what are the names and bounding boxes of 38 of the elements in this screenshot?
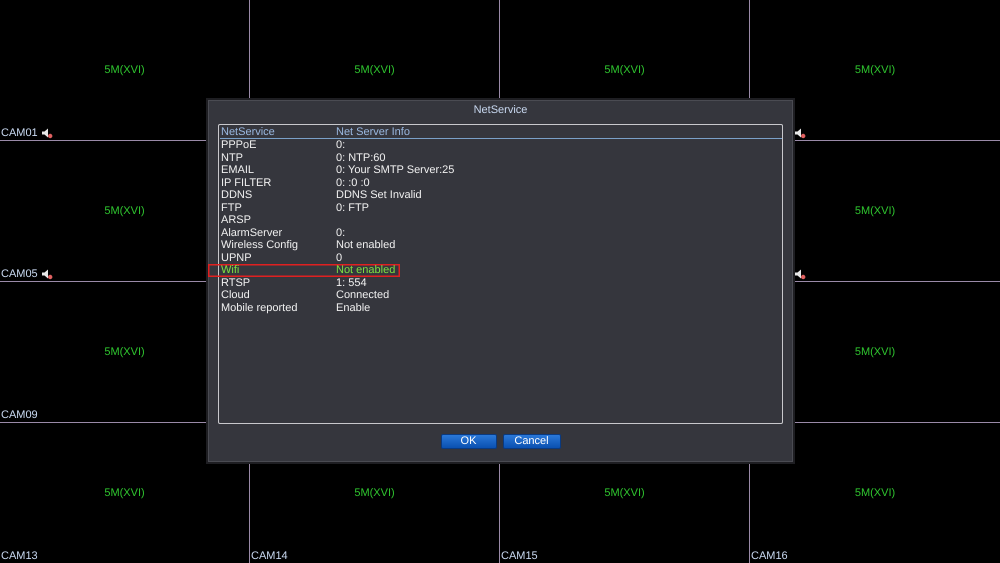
resolution-label: 5M(XVI): [354, 487, 395, 499]
resolution-label: 5M(XVI): [854, 346, 896, 358]
resolution-label: 5M(XVI): [604, 487, 645, 499]
resolution-label: 5M(XVI): [104, 64, 145, 76]
camera-name: CAM09: [1, 409, 38, 421]
service-row[interactable]: UPNP 0: [220, 252, 782, 264]
column-header: NetService: [220, 126, 276, 138]
service-row[interactable]: ARSP: [220, 214, 782, 226]
service-row[interactable]: Wifi Not enabled: [208, 264, 400, 276]
service-row[interactable]: AlarmServer 0:: [220, 226, 782, 239]
resolution-label: 5M(XVI): [104, 205, 145, 217]
service-row[interactable]: Mobile reported Enable: [220, 302, 782, 314]
service-row[interactable]: EMAIL 0: Your SMTP Server:25: [220, 164, 782, 176]
dialog-button[interactable]: Cancel: [502, 434, 560, 449]
camera-name: CAM13: [1, 550, 38, 562]
camera-name: CAM16: [751, 550, 788, 562]
camera-name: CAM01: [1, 127, 38, 139]
camera-name: CAM15: [501, 550, 538, 562]
service-row[interactable]: FTP 0: FTP: [220, 202, 782, 214]
column-header: Net Server Info: [336, 126, 410, 138]
camera-name: CAM05: [1, 268, 38, 280]
dialog-title: NetService: [474, 104, 528, 118]
resolution-label: 5M(XVI): [854, 205, 896, 217]
dialog-button[interactable]: OK: [440, 434, 496, 449]
service-row[interactable]: PPPoE 0:: [220, 139, 782, 152]
service-row[interactable]: DDNS DDNS Set Invalid: [220, 189, 782, 202]
resolution-label: 5M(XVI): [104, 346, 145, 358]
service-row[interactable]: RTSP 1: 554: [220, 276, 782, 289]
resolution-label: 5M(XVI): [104, 487, 145, 499]
service-row[interactable]: IP FILTER 0: :0 :0: [220, 176, 782, 189]
service-row[interactable]: Cloud Connected: [220, 289, 782, 302]
resolution-label: 5M(XVI): [854, 487, 896, 499]
camera-name: CAM14: [251, 550, 288, 562]
resolution-label: 5M(XVI): [854, 64, 896, 76]
service-row[interactable]: NTP 0: NTP:60: [220, 152, 782, 164]
resolution-label: 5M(XVI): [354, 64, 395, 76]
service-row[interactable]: Wireless Config Not enabled: [220, 239, 782, 252]
resolution-label: 5M(XVI): [604, 64, 645, 76]
